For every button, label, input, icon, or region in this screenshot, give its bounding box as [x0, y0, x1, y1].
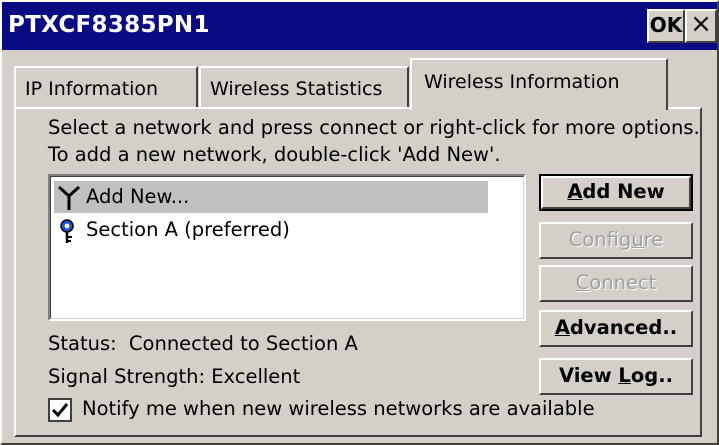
list-item-label: Section A (preferred): [86, 218, 290, 241]
status-value: Connected to Section A: [128, 332, 358, 355]
signal-value: Excellent: [211, 365, 301, 388]
title-bar: PTXCF8385PN1 OK ×: [2, 2, 717, 50]
signal-label: Signal Strength:: [48, 365, 206, 388]
tab-label: Wireless Statistics: [210, 78, 383, 100]
tab-label: Wireless Information: [424, 71, 620, 93]
view-log-button[interactable]: View Log..: [539, 358, 693, 395]
list-item-add-new[interactable]: Add New...: [54, 181, 488, 213]
advanced-button[interactable]: Advanced..: [539, 310, 693, 347]
status-line: Status: Connected to Section A: [48, 332, 358, 355]
signal-strength-line: Signal Strength: Excellent: [48, 365, 300, 388]
connected-network-icon: [56, 218, 82, 244]
status-label: Status:: [48, 332, 117, 355]
list-item-label: Add New...: [86, 185, 190, 208]
antenna-icon: [56, 185, 82, 211]
connect-button[interactable]: Connect: [539, 265, 693, 302]
add-new-button[interactable]: Add New: [539, 174, 693, 211]
window-title: PTXCF8385PN1: [8, 12, 210, 38]
network-list[interactable]: Add New... Section A (preferred): [48, 174, 526, 321]
tab-ip-information[interactable]: IP Information: [14, 66, 198, 108]
notify-label[interactable]: Notify me when new wireless networks are…: [82, 397, 595, 420]
tab-label: IP Information: [25, 78, 159, 100]
notify-checkbox[interactable]: [48, 398, 72, 422]
checkmark-icon: [51, 403, 69, 418]
configure-button[interactable]: Configure: [539, 222, 693, 259]
tab-wireless-information[interactable]: Wireless Information: [410, 58, 668, 110]
tab-wireless-statistics[interactable]: Wireless Statistics: [199, 66, 409, 108]
ok-button[interactable]: OK: [647, 9, 685, 43]
instructions-text: Select a network and press connect or ri…: [48, 116, 700, 166]
close-button[interactable]: ×: [685, 9, 717, 43]
